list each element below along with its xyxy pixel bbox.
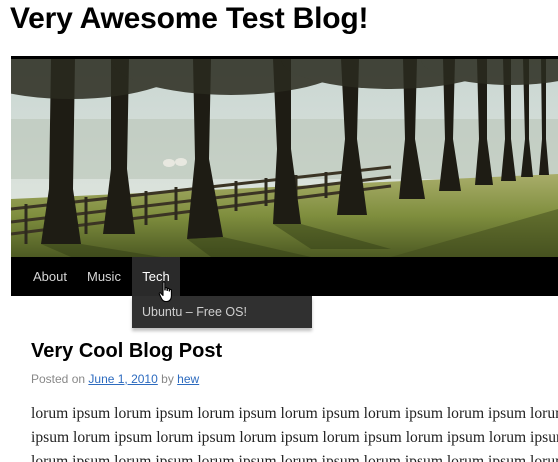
nav-item-music[interactable]: Music bbox=[87, 257, 121, 296]
post-date-link[interactable]: June 1, 2010 bbox=[88, 372, 157, 386]
post-body: lorum ipsum lorum ipsum lorum ipsum loru… bbox=[31, 402, 558, 462]
header-photo bbox=[11, 59, 558, 257]
post-body-line: lorum ipsum lorum ipsum lorum ipsum loru… bbox=[31, 453, 558, 462]
post-author-link[interactable]: hew bbox=[177, 372, 199, 386]
nav-item-about[interactable]: About bbox=[33, 257, 67, 296]
post-meta-by: by bbox=[161, 372, 174, 386]
main-navigation: About Music Tech bbox=[11, 257, 558, 296]
post-meta-prefix: Posted on bbox=[31, 372, 86, 386]
site-title[interactable]: Very Awesome Test Blog! bbox=[10, 2, 369, 36]
post-body-line: ipsum lorum ipsum lorum ipsum lorum ipsu… bbox=[31, 429, 558, 446]
post-title[interactable]: Very Cool Blog Post bbox=[31, 340, 222, 363]
post-meta: Posted on June 1, 2010 by hew bbox=[31, 372, 199, 386]
post-body-line: lorum ipsum lorum ipsum lorum ipsum loru… bbox=[31, 405, 558, 422]
header-image bbox=[11, 56, 558, 257]
hand-pointer-cursor-icon bbox=[158, 281, 172, 303]
